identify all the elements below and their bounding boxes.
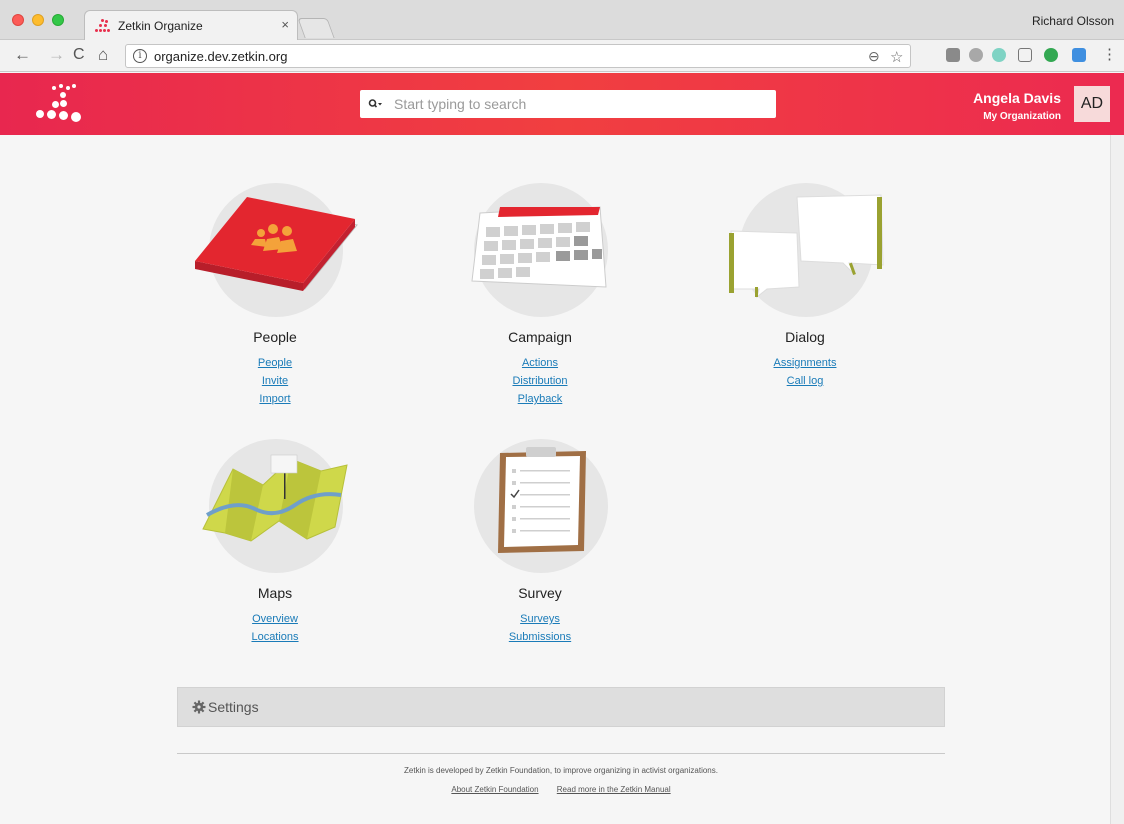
module-title: People bbox=[253, 329, 297, 345]
address-bar[interactable]: i organize.dev.zetkin.org ⊖ ☆ bbox=[125, 44, 911, 68]
module-title: Dialog bbox=[785, 329, 825, 345]
link-playback[interactable]: Playback bbox=[440, 390, 640, 408]
link-import[interactable]: Import bbox=[175, 390, 375, 408]
new-tab-button[interactable] bbox=[297, 18, 335, 38]
back-arrow-icon[interactable]: ← bbox=[14, 45, 31, 65]
avatar[interactable]: AD bbox=[1074, 86, 1110, 122]
module-title: Survey bbox=[518, 585, 562, 601]
link-locations[interactable]: Locations bbox=[175, 628, 375, 646]
settings-label: Settings bbox=[208, 699, 259, 715]
module-title: Maps bbox=[257, 585, 293, 601]
app-header: Angela Davis My Organization AD bbox=[0, 73, 1124, 135]
speech-bubbles-icon[interactable] bbox=[705, 183, 905, 323]
browser-tab[interactable]: Zetkin Organize × bbox=[84, 10, 298, 40]
link-surveys[interactable]: Surveys bbox=[440, 610, 640, 628]
user-name[interactable]: Angela Davis bbox=[973, 90, 1061, 106]
organization-name[interactable]: My Organization bbox=[983, 111, 1061, 122]
clipboard-icon[interactable] bbox=[440, 439, 640, 579]
browser-menu-icon[interactable]: ⋮ bbox=[1102, 45, 1117, 65]
sync-extension-icon[interactable] bbox=[1044, 48, 1058, 62]
link-overview[interactable]: Overview bbox=[175, 610, 375, 628]
link-people[interactable]: People bbox=[175, 354, 375, 372]
search-box[interactable] bbox=[360, 90, 776, 118]
site-info-icon[interactable]: i bbox=[133, 49, 147, 63]
search-input[interactable] bbox=[394, 90, 764, 118]
module-links: Overview Locations bbox=[175, 610, 375, 646]
home-icon[interactable]: ⌂ bbox=[98, 45, 108, 65]
tab-extension-icon[interactable] bbox=[1072, 48, 1086, 62]
tab-close-icon[interactable]: × bbox=[281, 17, 289, 32]
search-icon[interactable] bbox=[368, 97, 382, 111]
footer-divider bbox=[177, 753, 945, 754]
bookmark-star-icon[interactable]: ☆ bbox=[890, 48, 903, 66]
footer-links: About Zetkin Foundation Read more in the… bbox=[177, 785, 945, 794]
cast-icon[interactable] bbox=[1018, 48, 1032, 62]
link-distribution[interactable]: Distribution bbox=[440, 372, 640, 390]
gear-icon bbox=[192, 700, 206, 714]
color-extension-icon[interactable] bbox=[992, 48, 1006, 62]
link-assignments[interactable]: Assignments bbox=[705, 354, 905, 372]
module-links: Assignments Call log bbox=[705, 354, 905, 390]
settings-panel[interactable]: Settings bbox=[177, 687, 945, 727]
zetkin-favicon-icon bbox=[95, 19, 111, 33]
footer-text: Zetkin is developed by Zetkin Foundation… bbox=[404, 766, 718, 775]
browser-titlebar: Zetkin Organize × Richard Olsson bbox=[0, 0, 1124, 40]
calendar-icon[interactable] bbox=[440, 183, 640, 323]
close-window-button[interactable] bbox=[12, 14, 24, 26]
link-submissions[interactable]: Submissions bbox=[440, 628, 640, 646]
tab-title: Zetkin Organize bbox=[118, 19, 203, 33]
folded-map-icon[interactable] bbox=[175, 439, 375, 579]
module-links: Surveys Submissions bbox=[440, 610, 640, 646]
minimize-window-button[interactable] bbox=[32, 14, 44, 26]
people-book-icon[interactable] bbox=[175, 183, 375, 323]
reload-icon[interactable]: C bbox=[73, 45, 85, 65]
zoom-window-button[interactable] bbox=[52, 14, 64, 26]
link-zetkin-manual[interactable]: Read more in the Zetkin Manual bbox=[557, 785, 671, 794]
zetkin-logo-icon[interactable] bbox=[34, 83, 84, 125]
link-about-zetkin-foundation[interactable]: About Zetkin Foundation bbox=[451, 785, 538, 794]
module-links: People Invite Import bbox=[175, 354, 375, 408]
link-actions[interactable]: Actions bbox=[440, 354, 640, 372]
camera-extension-icon[interactable] bbox=[946, 48, 960, 62]
forward-arrow-icon[interactable]: → bbox=[48, 45, 65, 65]
drive-extension-icon[interactable] bbox=[969, 48, 983, 62]
browser-profile-name[interactable]: Richard Olsson bbox=[1032, 14, 1114, 28]
url-text[interactable]: organize.dev.zetkin.org bbox=[154, 49, 287, 64]
link-call-log[interactable]: Call log bbox=[705, 372, 905, 390]
zoom-icon[interactable]: ⊖ bbox=[868, 48, 880, 65]
link-invite[interactable]: Invite bbox=[175, 372, 375, 390]
module-title: Campaign bbox=[508, 329, 572, 345]
module-links: Actions Distribution Playback bbox=[440, 354, 640, 408]
scrollbar[interactable] bbox=[1110, 135, 1124, 824]
